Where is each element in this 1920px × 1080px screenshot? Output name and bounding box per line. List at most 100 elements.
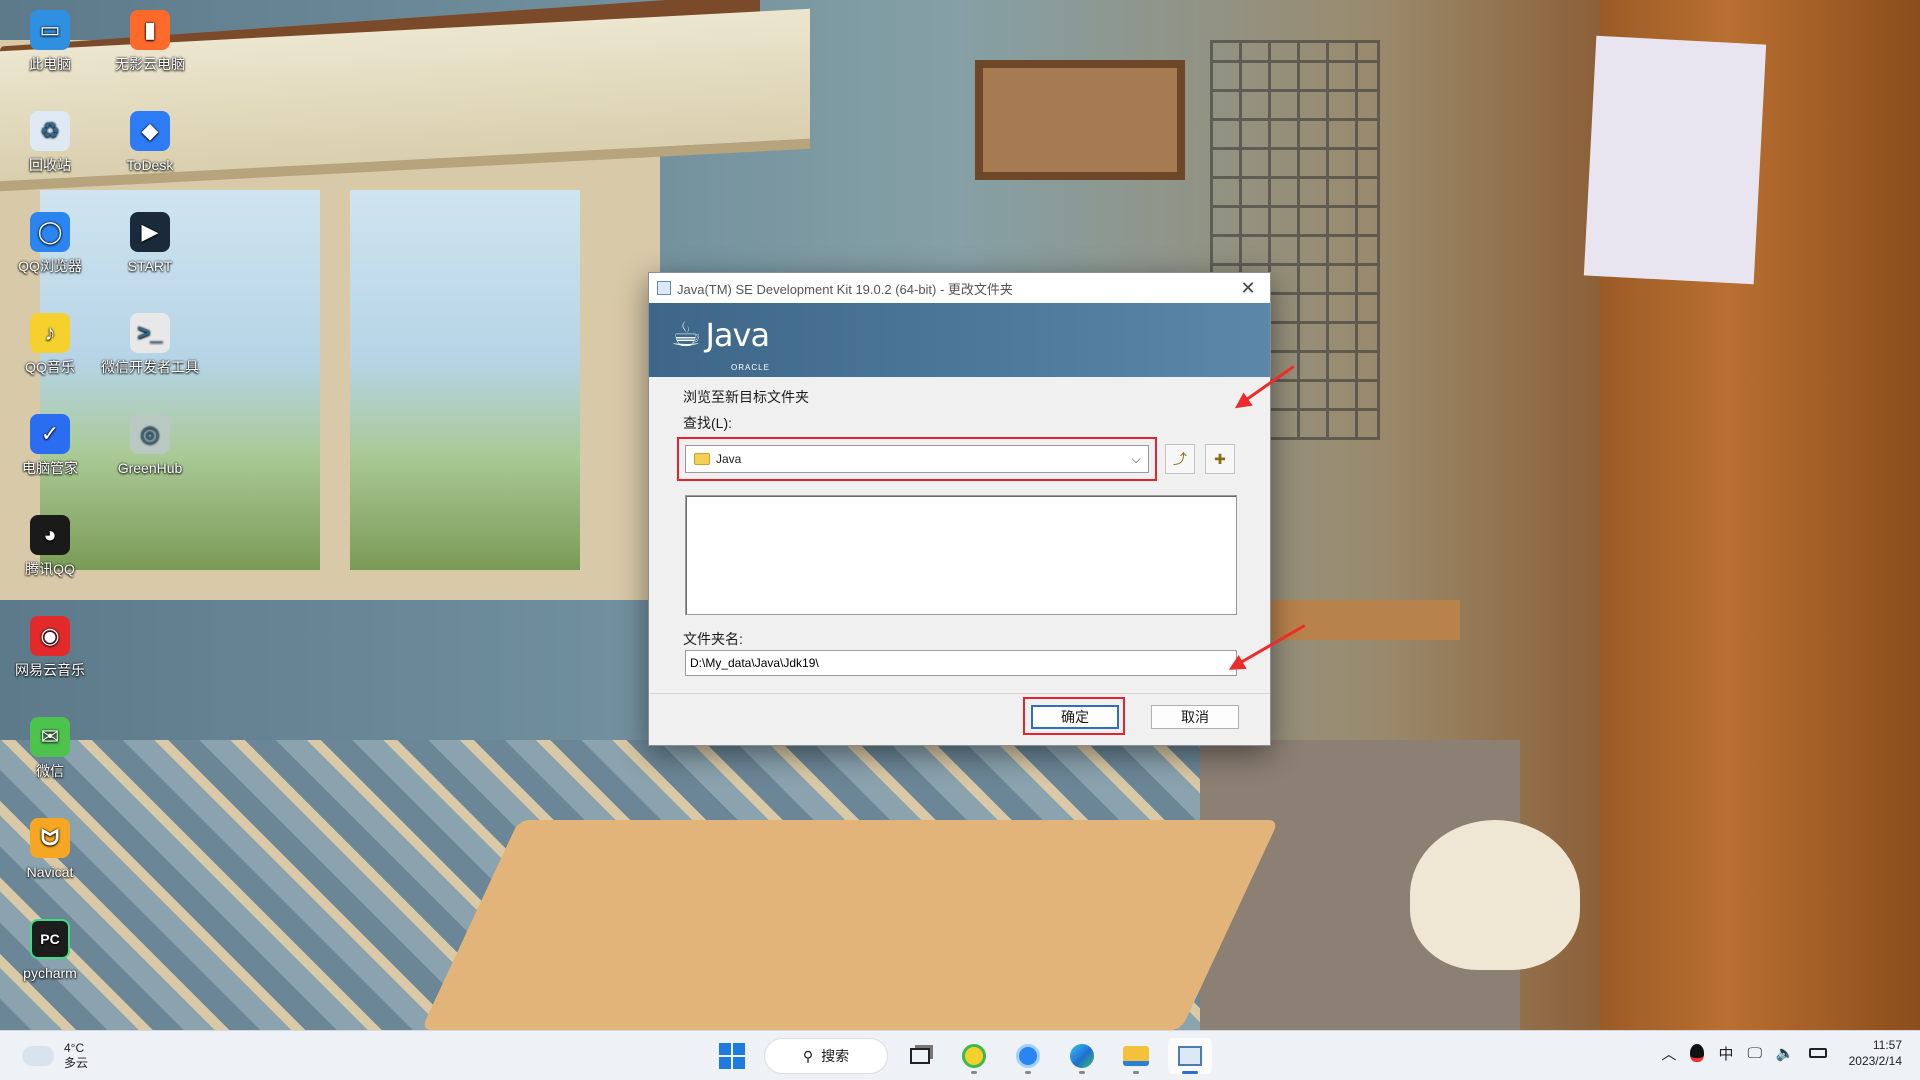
desktop-icon[interactable]: ᗢ Navicat: [0, 818, 100, 880]
folder-icon: [1123, 1046, 1149, 1066]
qq-tray-icon[interactable]: [1690, 1044, 1705, 1063]
ime-indicator[interactable]: 中: [1718, 1043, 1733, 1064]
folder-name-label: 文件夹名:: [683, 631, 743, 647]
start-button[interactable]: [710, 1038, 754, 1074]
desktop-icon[interactable]: ▭ 此电脑: [0, 10, 100, 72]
installer-icon: [1178, 1046, 1202, 1066]
desktop-icon[interactable]: ♻ 回收站: [0, 111, 100, 173]
battery-icon[interactable]: [1808, 1048, 1827, 1059]
partly-cloudy-icon: [22, 1038, 54, 1066]
up-folder-button[interactable]: ⤴: [1165, 444, 1195, 474]
desktop-icon[interactable]: >_ 微信开发者工具: [100, 313, 200, 375]
taskbar-search-label: 搜索: [821, 1048, 850, 1064]
java-logo: ☕ Java ORACLE: [671, 315, 770, 372]
weather-widget[interactable]: 4°C 多云: [22, 1038, 89, 1071]
task-view-button[interactable]: [898, 1038, 942, 1074]
java-banner: ☕ Java ORACLE: [649, 303, 1270, 377]
java-cup-icon: ☕: [671, 316, 702, 354]
taskbar-qq-music[interactable]: [952, 1038, 996, 1074]
change-folder-dialog: Java(TM) SE Development Kit 19.0.2 (64-b…: [648, 272, 1271, 746]
taskbar-qq-browser[interactable]: [1006, 1038, 1050, 1074]
navicat-icon: ᗢ: [30, 818, 70, 858]
qq-browser-icon: [1016, 1044, 1040, 1068]
desktop-icon[interactable]: ♪ QQ音乐: [0, 313, 100, 375]
desktop-icon[interactable]: PC pycharm: [0, 919, 100, 981]
running-indicator: [971, 1071, 977, 1074]
lookin-label: 查找(L):: [683, 415, 732, 431]
up-folder-icon: ⤴: [1173, 451, 1187, 467]
todesk-icon: ◆: [130, 111, 170, 151]
browse-instruction: 浏览至新目标文件夹: [683, 389, 809, 405]
desktop-icon-label: ToDesk: [126, 157, 174, 173]
pycharm-icon: PC: [30, 919, 70, 959]
desktop-icon[interactable]: ◆ ToDesk: [100, 111, 200, 173]
desktop-icon-label: 微信: [36, 763, 64, 779]
edge-icon: [1070, 1044, 1094, 1068]
pc-manager-icon: ✓: [30, 414, 70, 454]
running-indicator: [1133, 1071, 1139, 1074]
chevron-up-icon[interactable]: ︿: [1661, 1043, 1676, 1064]
dialog-separator: [649, 693, 1270, 694]
volume-icon[interactable]: 🔈: [1776, 1044, 1795, 1062]
taskbar-apps: ⚲ 搜索: [710, 1038, 1212, 1074]
greenhub-icon: ◎: [130, 414, 170, 454]
desktop-icon[interactable]: ▶ START: [100, 212, 200, 274]
cancel-button[interactable]: 取消: [1151, 705, 1239, 729]
recycle-bin-icon: ♻: [30, 111, 70, 151]
task-view-icon: [910, 1048, 930, 1064]
running-indicator: [1079, 1071, 1085, 1074]
qq-music-icon: ♪: [30, 313, 70, 353]
desktop-icon[interactable]: ◕ 腾讯QQ: [0, 515, 100, 577]
wechat-icon: ✉: [30, 717, 70, 757]
tencent-qq-icon: ◕: [30, 515, 70, 555]
desktop-icon[interactable]: ◉ 网易云音乐: [0, 616, 100, 678]
qq-browser-icon: ◯: [30, 212, 70, 252]
desktop-icon[interactable]: ✉ 微信: [0, 717, 100, 779]
taskbar: 4°C 多云 ⚲ 搜索 ︿ 中 🖵 🔈 11:57 2023/2/14: [0, 1030, 1920, 1080]
new-folder-icon: ✚: [1214, 450, 1226, 467]
system-tray: ︿ 中 🖵 🔈 11:57 2023/2/14: [1661, 1037, 1902, 1069]
display-icon[interactable]: 🖵: [1747, 1045, 1761, 1062]
desktop-icon[interactable]: ▮ 无影云电脑: [100, 10, 200, 72]
start-app-icon: ▶: [130, 212, 170, 252]
desktop-icon[interactable]: ◎ GreenHub: [100, 414, 200, 476]
weather-description: 多云: [64, 1056, 89, 1070]
taskbar-file-explorer[interactable]: [1114, 1038, 1158, 1074]
qq-music-icon: [962, 1044, 986, 1068]
folder-icon: [694, 453, 710, 465]
desktop-icon-label: 微信开发者工具: [101, 359, 199, 375]
wallpaper-poster: [1583, 35, 1767, 285]
dialog-titlebar: Java(TM) SE Development Kit 19.0.2 (64-b…: [649, 273, 1270, 303]
installer-icon: [657, 281, 671, 295]
new-folder-button[interactable]: ✚: [1205, 444, 1235, 474]
weather-temperature: 4°C: [64, 1041, 85, 1055]
desktop-icon-label: QQ音乐: [25, 359, 75, 375]
wallpaper-corkboard: [975, 60, 1185, 180]
chevron-down-icon: ⌵: [1131, 451, 1141, 466]
desktop-icon-label: Navicat: [26, 864, 74, 880]
wallpaper-teddy-bear: [1410, 820, 1580, 970]
folder-list[interactable]: [685, 495, 1237, 615]
lookin-value: Java: [716, 452, 742, 466]
dialog-title: Java(TM) SE Development Kit 19.0.2 (64-b…: [677, 281, 1013, 297]
taskbar-edge[interactable]: [1060, 1038, 1104, 1074]
wallpaper-window-pane: [350, 190, 580, 570]
computer-icon: ▭: [30, 10, 70, 50]
taskbar-search[interactable]: ⚲ 搜索: [764, 1038, 888, 1074]
clock-time: 11:57: [1872, 1038, 1902, 1052]
lookin-dropdown[interactable]: Java ⌵: [685, 445, 1149, 473]
desktop-icon-label: GreenHub: [117, 460, 183, 476]
oracle-logo-text: ORACLE: [731, 363, 770, 372]
desktop-icon[interactable]: ✓ 电脑管家: [0, 414, 100, 476]
search-icon: ⚲: [802, 1047, 814, 1064]
wechat-devtools-icon: >_: [130, 313, 170, 353]
close-button[interactable]: ✕: [1226, 273, 1270, 303]
clock-date: 2023/2/14: [1848, 1054, 1902, 1069]
desktop-icon-label: 此电脑: [29, 56, 71, 72]
ok-button[interactable]: 确定: [1031, 705, 1119, 729]
taskbar-java-installer[interactable]: [1168, 1038, 1212, 1074]
folder-name-input[interactable]: [685, 650, 1237, 676]
cancel-button-label: 取消: [1181, 709, 1209, 725]
desktop-icon[interactable]: ◯ QQ浏览器: [0, 212, 100, 274]
clock[interactable]: 11:57 2023/2/14: [1849, 1037, 1902, 1069]
